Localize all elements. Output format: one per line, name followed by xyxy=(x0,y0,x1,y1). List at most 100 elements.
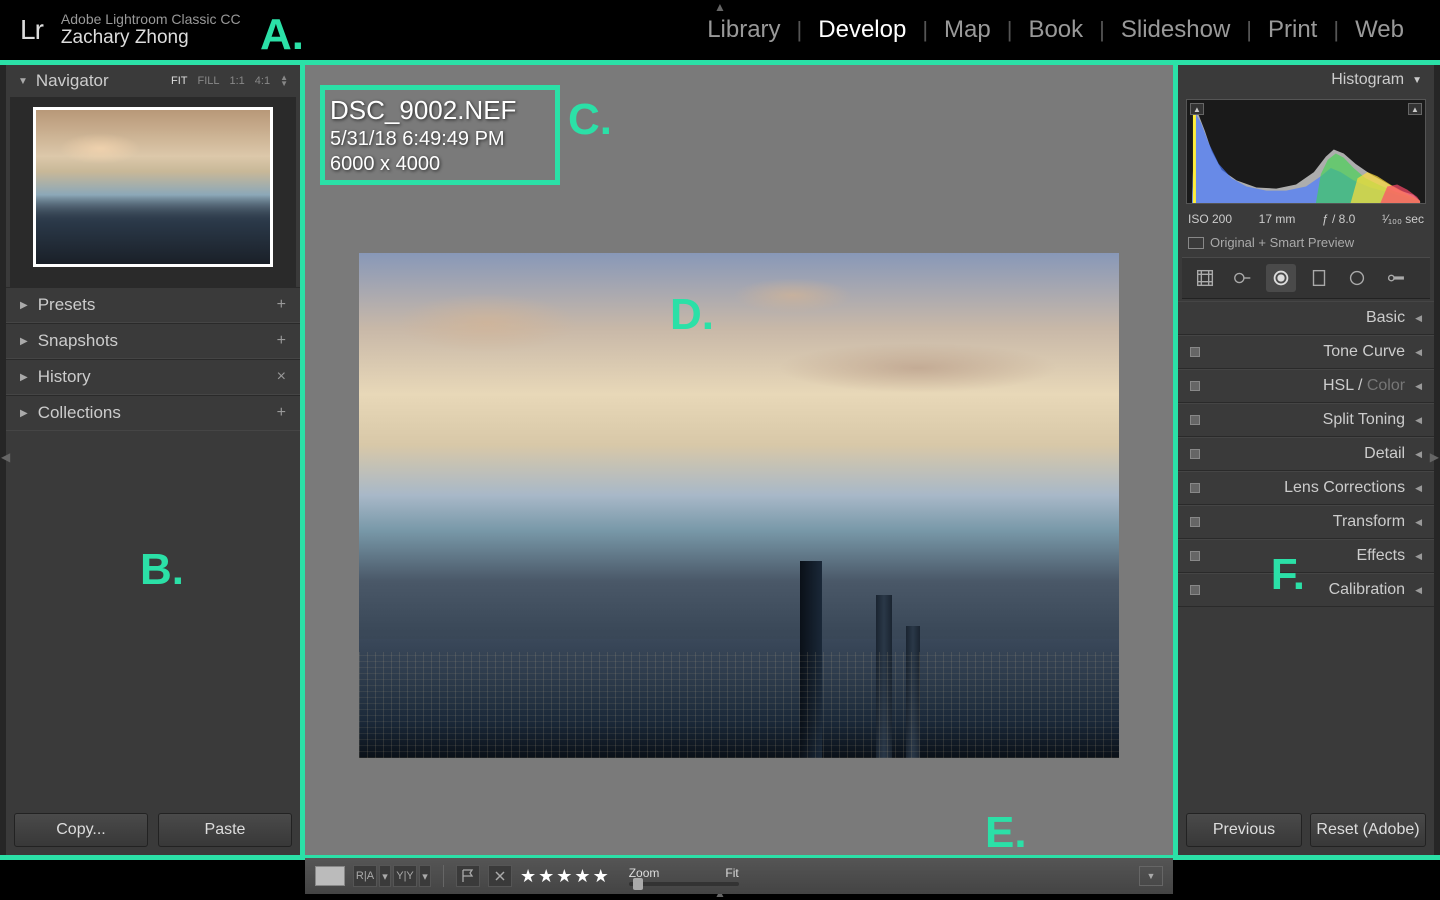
separator xyxy=(443,865,444,887)
calibration-panel[interactable]: Calibration ◀ xyxy=(1178,573,1434,607)
panel-switch-icon[interactable] xyxy=(1190,449,1200,459)
section-label: Tone Curve xyxy=(1323,343,1405,361)
panel-switch-icon[interactable] xyxy=(1190,551,1200,561)
history-panel[interactable]: ▶ History × xyxy=(6,359,300,395)
panel-toggle-left-icon[interactable]: ◀ xyxy=(1,450,10,464)
flag-reject-icon[interactable] xyxy=(488,865,512,887)
before-after-swap-button[interactable]: Y|Y xyxy=(393,865,417,887)
shadow-clipping-icon[interactable]: ▲ xyxy=(1190,103,1204,115)
panel-toggle-right-icon[interactable]: ▶ xyxy=(1430,450,1439,464)
star-icon[interactable]: ★ xyxy=(574,866,590,887)
module-print[interactable]: Print xyxy=(1252,18,1333,42)
navigator-title: Navigator xyxy=(36,71,109,91)
star-icon[interactable]: ★ xyxy=(556,866,572,887)
histogram-display[interactable]: ▲ ▲ xyxy=(1186,99,1426,204)
module-library[interactable]: Library xyxy=(691,18,796,42)
zoom-custom[interactable]: 4:1 xyxy=(255,75,270,87)
star-icon[interactable]: ★ xyxy=(520,866,536,887)
chevron-right-icon: ▶ xyxy=(20,372,28,383)
before-after-dropdown-icon[interactable]: ▾ xyxy=(379,865,391,887)
app-info: Adobe Lightroom Classic CC Zachary Zhong xyxy=(61,11,241,49)
zoom-fill[interactable]: FILL xyxy=(197,75,219,87)
chevron-left-icon: ◀ xyxy=(1415,313,1422,324)
chevron-left-icon: ◀ xyxy=(1415,585,1422,596)
star-icon[interactable]: ★ xyxy=(593,866,609,887)
detail-panel[interactable]: Detail ◀ xyxy=(1178,437,1434,471)
zoom-track[interactable] xyxy=(629,882,739,886)
before-after-lr-button[interactable]: R|A xyxy=(353,865,377,887)
panel-label: Snapshots xyxy=(38,331,118,351)
before-after-dropdown-icon[interactable]: ▾ xyxy=(419,865,431,887)
add-icon[interactable]: + xyxy=(277,404,286,422)
annotation-label-e: E. xyxy=(985,808,1027,858)
annotation-divider-top xyxy=(0,60,1440,65)
crop-tool-icon[interactable] xyxy=(1190,264,1220,292)
panel-switch-icon[interactable] xyxy=(1190,483,1200,493)
panel-switch-icon[interactable] xyxy=(1190,415,1200,425)
highlight-clipping-icon[interactable]: ▲ xyxy=(1408,103,1422,115)
module-book[interactable]: Book xyxy=(1012,18,1099,42)
toolbar-options-dropdown-icon[interactable]: ▼ xyxy=(1139,866,1163,886)
chevron-left-icon: ◀ xyxy=(1415,381,1422,392)
basic-panel[interactable]: Basic ◀ xyxy=(1178,301,1434,335)
module-web[interactable]: Web xyxy=(1339,18,1420,42)
redeye-tool-icon[interactable] xyxy=(1266,264,1296,292)
radial-filter-tool-icon[interactable] xyxy=(1342,264,1372,292)
preview-mode-label: Original + Smart Preview xyxy=(1210,235,1354,250)
loupe-view-button[interactable] xyxy=(315,866,345,886)
module-map[interactable]: Map xyxy=(928,18,1007,42)
zoom-stepper-icon[interactable]: ▲▼ xyxy=(280,75,288,86)
section-label: Detail xyxy=(1364,445,1405,463)
transform-panel[interactable]: Transform ◀ xyxy=(1178,505,1434,539)
flag-pick-icon[interactable] xyxy=(456,865,480,887)
chevron-right-icon: ▶ xyxy=(20,408,28,419)
zoom-slider[interactable]: Zoom Fit xyxy=(629,866,739,886)
right-panel-buttons: Previous Reset (Adobe) xyxy=(1178,805,1434,855)
identity-plate[interactable]: Zachary Zhong xyxy=(61,27,241,49)
navigator-preview[interactable] xyxy=(33,107,273,267)
panel-switch-icon[interactable] xyxy=(1190,585,1200,595)
previous-button[interactable]: Previous xyxy=(1186,813,1302,847)
zoom-1to1[interactable]: 1:1 xyxy=(229,75,244,87)
panel-switch-icon[interactable] xyxy=(1190,517,1200,527)
zoom-fit[interactable]: FIT xyxy=(171,75,188,87)
histogram-header[interactable]: Histogram ▼ xyxy=(1178,65,1434,95)
collections-panel[interactable]: ▶ Collections + xyxy=(6,395,300,431)
add-icon[interactable]: + xyxy=(277,332,286,350)
exif-iso: ISO 200 xyxy=(1188,212,1232,226)
hsl-panel[interactable]: HSL / Color ◀ xyxy=(1178,369,1434,403)
zoom-thumb[interactable] xyxy=(633,878,643,890)
lens-corrections-panel[interactable]: Lens Corrections ◀ xyxy=(1178,471,1434,505)
graduated-filter-tool-icon[interactable] xyxy=(1304,264,1334,292)
image-dimensions: 6000 x 4000 xyxy=(330,153,516,176)
presets-panel[interactable]: ▶ Presets + xyxy=(6,287,300,323)
paste-button[interactable]: Paste xyxy=(158,813,292,847)
content-area: ▼ Navigator FIT FILL 1:1 4:1 ▲▼ ▶ Preset… xyxy=(0,65,1440,855)
rating-stars[interactable]: ★ ★ ★ ★ ★ xyxy=(520,866,609,887)
clear-icon[interactable]: × xyxy=(277,368,286,386)
adjustment-brush-tool-icon[interactable] xyxy=(1380,264,1410,292)
effects-panel[interactable]: Effects ◀ xyxy=(1178,539,1434,573)
star-icon[interactable]: ★ xyxy=(538,866,554,887)
module-slideshow[interactable]: Slideshow xyxy=(1105,18,1246,42)
split-toning-panel[interactable]: Split Toning ◀ xyxy=(1178,403,1434,437)
chevron-left-icon: ◀ xyxy=(1415,517,1422,528)
panel-switch-icon[interactable] xyxy=(1190,347,1200,357)
reset-button[interactable]: Reset (Adobe) xyxy=(1310,813,1426,847)
spot-removal-tool-icon[interactable] xyxy=(1228,264,1258,292)
chevron-left-icon: ◀ xyxy=(1415,483,1422,494)
add-icon[interactable]: + xyxy=(277,296,286,314)
section-label: Basic xyxy=(1366,309,1405,327)
tone-curve-panel[interactable]: Tone Curve ◀ xyxy=(1178,335,1434,369)
panel-toggle-top-icon[interactable]: ▲ xyxy=(714,0,726,14)
image-filename: DSC_9002.NEF xyxy=(330,95,516,126)
decorative-skyline xyxy=(359,495,1119,758)
preview-mode-indicator[interactable]: Original + Smart Preview xyxy=(1178,230,1434,255)
copy-button[interactable]: Copy... xyxy=(14,813,148,847)
panel-switch-icon[interactable] xyxy=(1190,381,1200,391)
module-develop[interactable]: Develop xyxy=(802,18,922,42)
navigator-header[interactable]: ▼ Navigator FIT FILL 1:1 4:1 ▲▼ xyxy=(6,65,300,97)
before-after-group: R|A ▾ Y|Y ▾ xyxy=(353,865,431,887)
annotation-label-c: C. xyxy=(568,95,612,145)
snapshots-panel[interactable]: ▶ Snapshots + xyxy=(6,323,300,359)
